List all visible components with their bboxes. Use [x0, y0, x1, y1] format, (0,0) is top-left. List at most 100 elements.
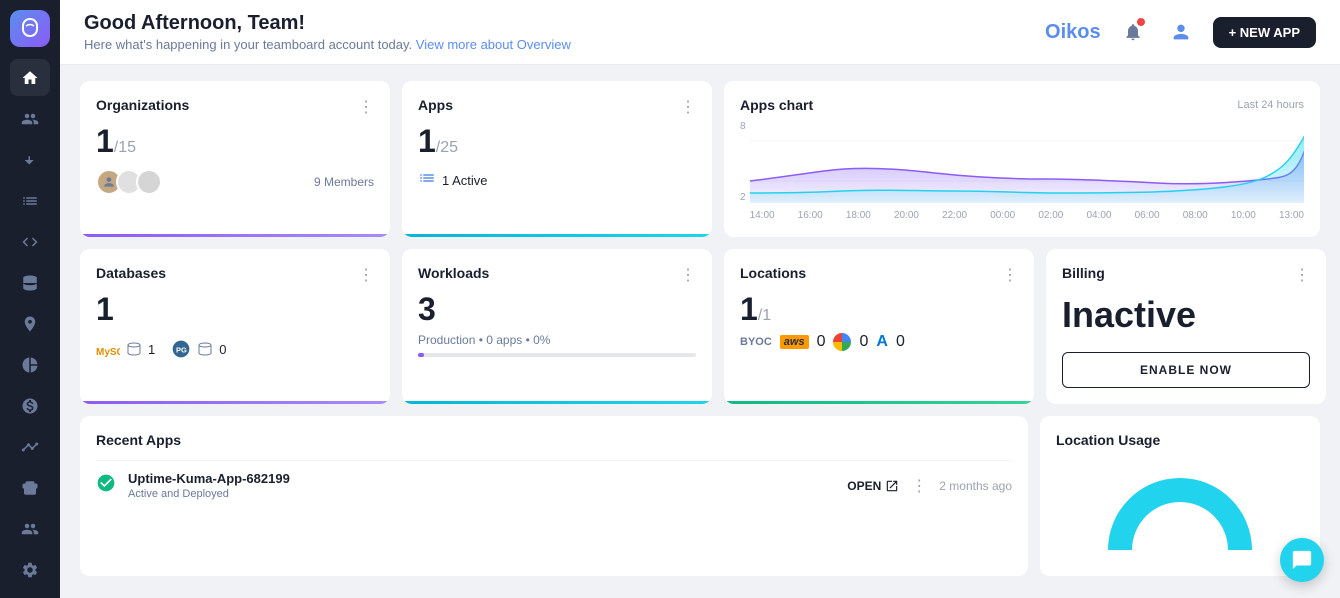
notification-button[interactable]	[1117, 16, 1149, 48]
workloads-card: Workloads ⋮ 3 Production • 0 apps • 0%	[402, 249, 712, 404]
chat-icon	[1291, 549, 1313, 571]
org-card-menu[interactable]: ⋮	[358, 97, 374, 117]
app-time: 2 months ago	[939, 479, 1012, 493]
svg-text:PG: PG	[176, 345, 187, 354]
donut-chart	[1056, 460, 1304, 560]
workloads-count: 3	[418, 293, 696, 325]
open-external-icon	[885, 479, 899, 493]
postgres-item: PG 0	[171, 339, 226, 359]
header-left: Good Afternoon, Team! Here what's happen…	[84, 12, 571, 52]
chat-bubble[interactable]	[1280, 538, 1324, 582]
workloads-title: Workloads	[418, 265, 489, 281]
locations-header: Locations ⋮	[740, 265, 1018, 285]
organizations-card: Organizations ⋮ 1/15 9 Members	[80, 81, 390, 237]
chart-svg	[750, 121, 1304, 203]
workload-info: Production • 0 apps • 0%	[418, 333, 696, 347]
db-card-header: Databases ⋮	[96, 265, 374, 285]
apps-count: 1/25	[418, 125, 696, 157]
brand-name: Oikos	[1045, 21, 1101, 44]
aws-logo: aws	[780, 335, 809, 349]
workloads-menu[interactable]: ⋮	[680, 265, 696, 285]
apps-footer: 1 Active	[418, 169, 696, 192]
sidebar-item-location[interactable]	[10, 305, 50, 342]
app-more-menu[interactable]: ⋮	[911, 476, 927, 496]
sidebar-item-apps[interactable]	[10, 182, 50, 219]
header: Good Afternoon, Team! Here what's happen…	[60, 0, 1340, 65]
second-cards-row: Databases ⋮ 1 MySQL 1	[80, 249, 1320, 404]
profile-icon[interactable]	[1165, 16, 1197, 48]
sidebar-item-git[interactable]	[10, 141, 50, 178]
card-header: Organizations ⋮	[96, 97, 374, 117]
location-providers: BYOC aws 0 0 A 0	[740, 333, 1018, 351]
apps-card: Apps ⋮ 1/25 1 Active	[402, 81, 712, 237]
sidebar-logo[interactable]	[10, 10, 50, 47]
db-icon	[197, 341, 213, 357]
header-right: Oikos + NEW APP	[1045, 16, 1316, 48]
progress-fill	[418, 353, 424, 357]
sidebar-item-data[interactable]	[10, 264, 50, 301]
page-subtitle: Here what's happening in your teamboard …	[84, 37, 571, 52]
billing-header: Billing ⋮	[1062, 265, 1310, 285]
locations-menu[interactable]: ⋮	[1002, 265, 1018, 285]
bottom-row: Recent Apps Uptime-Kuma-App-682199 Activ…	[80, 416, 1320, 576]
avatar	[136, 169, 162, 195]
chart-title: Apps chart	[740, 97, 813, 113]
location-usage-title: Location Usage	[1056, 432, 1304, 448]
databases-card: Databases ⋮ 1 MySQL 1	[80, 249, 390, 404]
billing-status: Inactive	[1062, 293, 1310, 336]
location-usage-card: Location Usage	[1040, 416, 1320, 576]
workloads-header: Workloads ⋮	[418, 265, 696, 285]
db-count: 1	[96, 293, 374, 325]
azure-logo: A	[876, 333, 888, 351]
top-cards-row: Organizations ⋮ 1/15 9 Members	[80, 81, 1320, 237]
app-info: Uptime-Kuma-App-682199 Active and Deploy…	[128, 471, 290, 500]
chart-header: Apps chart Last 24 hours	[740, 97, 1304, 113]
pg-count: 0	[219, 342, 226, 357]
azure-count: 0	[896, 333, 905, 351]
gcp-logo	[833, 333, 851, 351]
org-count: 1/15	[96, 125, 374, 157]
mysql-count: 1	[148, 342, 155, 357]
table-row: Uptime-Kuma-App-682199 Active and Deploy…	[96, 460, 1012, 510]
gcp-count: 0	[859, 333, 868, 351]
billing-menu[interactable]: ⋮	[1294, 265, 1310, 285]
mysql-logo: MySQL	[96, 337, 120, 361]
recent-apps-card: Recent Apps Uptime-Kuma-App-682199 Activ…	[80, 416, 1028, 576]
notification-dot	[1137, 18, 1145, 26]
new-app-button[interactable]: + NEW APP	[1213, 17, 1316, 48]
donut-svg	[1100, 460, 1260, 560]
page-title: Good Afternoon, Team!	[84, 12, 571, 35]
enable-now-button[interactable]: ENABLE NOW	[1062, 352, 1310, 388]
sidebar-item-team[interactable]	[10, 100, 50, 137]
sidebar-item-billing[interactable]	[10, 387, 50, 424]
byoc-label: BYOC	[740, 336, 772, 348]
sidebar-item-community[interactable]	[10, 510, 50, 547]
chart-time-label: Last 24 hours	[1237, 99, 1304, 111]
sidebar-item-metrics[interactable]	[10, 428, 50, 465]
db-logos: MySQL 1 PG 0	[96, 337, 374, 361]
sidebar-item-deploy[interactable]	[10, 469, 50, 506]
org-card-title: Organizations	[96, 97, 189, 113]
app-name: Uptime-Kuma-App-682199	[128, 471, 290, 486]
recent-apps-title: Recent Apps	[96, 432, 1012, 448]
apps-card-menu[interactable]: ⋮	[680, 97, 696, 117]
sidebar-item-code[interactable]	[10, 223, 50, 260]
db-card-menu[interactable]: ⋮	[358, 265, 374, 285]
db-card-title: Databases	[96, 265, 166, 281]
open-app-button[interactable]: OPEN	[847, 479, 899, 493]
locations-card: Locations ⋮ 1/1 BYOC aws 0 0 A 0	[724, 249, 1034, 404]
postgres-logo: PG	[171, 339, 191, 359]
sidebar-item-home[interactable]	[10, 59, 50, 96]
active-count: 1 Active	[442, 173, 488, 188]
app-actions: OPEN ⋮ 2 months ago	[847, 476, 1012, 496]
apps-chart-card: Apps chart Last 24 hours 8 2	[724, 81, 1320, 237]
card-header: Apps ⋮	[418, 97, 696, 117]
app-status-icon	[96, 473, 116, 498]
sidebar-item-settings[interactable]	[10, 551, 50, 588]
locations-title: Locations	[740, 265, 806, 281]
active-badge: 1 Active	[418, 169, 488, 192]
progress-bar	[418, 353, 696, 357]
overview-link[interactable]: View more about Overview	[416, 37, 571, 52]
sidebar-item-analytics[interactable]	[10, 346, 50, 383]
apps-icon	[418, 169, 436, 192]
